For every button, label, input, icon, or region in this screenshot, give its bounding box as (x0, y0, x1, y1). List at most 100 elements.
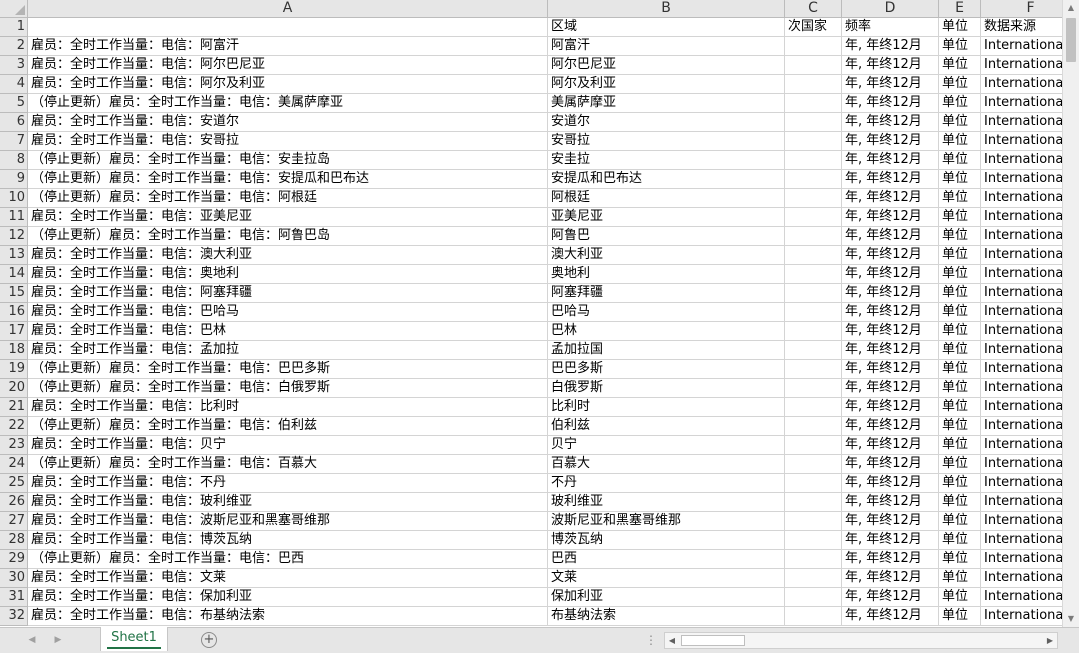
cell-a26[interactable]: 雇员：全时工作当量：电信：玻利维亚 (28, 493, 548, 512)
cell-c2[interactable] (785, 37, 842, 56)
cell-a30[interactable]: 雇员：全时工作当量：电信：文莱 (28, 569, 548, 588)
cell-e25[interactable]: 单位 (939, 474, 981, 493)
cell-f7[interactable]: International (981, 132, 1062, 151)
cell-e32[interactable]: 单位 (939, 607, 981, 626)
spreadsheet-grid[interactable]: ABCDEF 1 区域 次国家 频率 单位 数据来源 2 雇员：全时工作当量：电信：阿富汗 阿富… (0, 0, 1062, 627)
cell-a15[interactable]: 雇员：全时工作当量：电信：阿塞拜疆 (28, 284, 548, 303)
cell-a32[interactable]: 雇员：全时工作当量：电信：布基纳法索 (28, 607, 548, 626)
cell-a27[interactable]: 雇员：全时工作当量：电信：波斯尼亚和黑塞哥维那 (28, 512, 548, 531)
cell-b15[interactable]: 阿塞拜疆 (548, 284, 785, 303)
column-header-d[interactable]: D (842, 0, 939, 18)
cell-e8[interactable]: 单位 (939, 151, 981, 170)
cell-e16[interactable]: 单位 (939, 303, 981, 322)
cell-d25[interactable]: 年, 年终12月 (842, 474, 939, 493)
row-header-12[interactable]: 12 (0, 227, 28, 246)
cell-d11[interactable]: 年, 年终12月 (842, 208, 939, 227)
cell-b2[interactable]: 阿富汗 (548, 37, 785, 56)
cell-d14[interactable]: 年, 年终12月 (842, 265, 939, 284)
cell-d9[interactable]: 年, 年终12月 (842, 170, 939, 189)
row-header-4[interactable]: 4 (0, 75, 28, 94)
cell-f5[interactable]: International (981, 94, 1062, 113)
cell-d29[interactable]: 年, 年终12月 (842, 550, 939, 569)
row-header-20[interactable]: 20 (0, 379, 28, 398)
column-header-a[interactable]: A (28, 0, 548, 18)
cell-a18[interactable]: 雇员：全时工作当量：电信：孟加拉 (28, 341, 548, 360)
cell-f6[interactable]: International (981, 113, 1062, 132)
cell-e4[interactable]: 单位 (939, 75, 981, 94)
cell-a12[interactable]: （停止更新）雇员：全时工作当量：电信：阿鲁巴岛 (28, 227, 548, 246)
cell-a13[interactable]: 雇员：全时工作当量：电信：澳大利亚 (28, 246, 548, 265)
cell-b17[interactable]: 巴林 (548, 322, 785, 341)
row-header-14[interactable]: 14 (0, 265, 28, 284)
cell-e17[interactable]: 单位 (939, 322, 981, 341)
cell-e6[interactable]: 单位 (939, 113, 981, 132)
cell-d31[interactable]: 年, 年终12月 (842, 588, 939, 607)
column-header-f[interactable]: F (981, 0, 1062, 18)
cell-d5[interactable]: 年, 年终12月 (842, 94, 939, 113)
cell-a8[interactable]: （停止更新）雇员：全时工作当量：电信：安圭拉岛 (28, 151, 548, 170)
row-header-29[interactable]: 29 (0, 550, 28, 569)
cell-f27[interactable]: International (981, 512, 1062, 531)
cell-c27[interactable] (785, 512, 842, 531)
cell-c15[interactable] (785, 284, 842, 303)
row-header-17[interactable]: 17 (0, 322, 28, 341)
cell-b3[interactable]: 阿尔巴尼亚 (548, 56, 785, 75)
cell-e15[interactable]: 单位 (939, 284, 981, 303)
cell-d8[interactable]: 年, 年终12月 (842, 151, 939, 170)
cell-f3[interactable]: International (981, 56, 1062, 75)
cell-b1[interactable]: 区域 (548, 18, 785, 37)
cell-f20[interactable]: International (981, 379, 1062, 398)
row-header-18[interactable]: 18 (0, 341, 28, 360)
cell-a23[interactable]: 雇员：全时工作当量：电信：贝宁 (28, 436, 548, 455)
row-header-25[interactable]: 25 (0, 474, 28, 493)
cell-d4[interactable]: 年, 年终12月 (842, 75, 939, 94)
cell-c31[interactable] (785, 588, 842, 607)
cell-e9[interactable]: 单位 (939, 170, 981, 189)
row-header-16[interactable]: 16 (0, 303, 28, 322)
row-header-31[interactable]: 31 (0, 588, 28, 607)
cell-a24[interactable]: （停止更新）雇员：全时工作当量：电信：百慕大 (28, 455, 548, 474)
row-header-30[interactable]: 30 (0, 569, 28, 588)
cell-b23[interactable]: 贝宁 (548, 436, 785, 455)
cell-f23[interactable]: International (981, 436, 1062, 455)
horizontal-scroll-thumb[interactable] (681, 635, 745, 646)
cell-d1[interactable]: 频率 (842, 18, 939, 37)
vertical-scroll-thumb[interactable] (1066, 18, 1076, 62)
cell-e13[interactable]: 单位 (939, 246, 981, 265)
cell-d32[interactable]: 年, 年终12月 (842, 607, 939, 626)
cell-a19[interactable]: （停止更新）雇员：全时工作当量：电信：巴巴多斯 (28, 360, 548, 379)
cell-e23[interactable]: 单位 (939, 436, 981, 455)
cell-f9[interactable]: International (981, 170, 1062, 189)
row-header-7[interactable]: 7 (0, 132, 28, 151)
cell-d12[interactable]: 年, 年终12月 (842, 227, 939, 246)
row-header-11[interactable]: 11 (0, 208, 28, 227)
cell-b28[interactable]: 博茨瓦纳 (548, 531, 785, 550)
row-header-19[interactable]: 19 (0, 360, 28, 379)
cell-c7[interactable] (785, 132, 842, 151)
cell-b29[interactable]: 巴西 (548, 550, 785, 569)
cell-f19[interactable]: International (981, 360, 1062, 379)
cell-c17[interactable] (785, 322, 842, 341)
cell-a10[interactable]: （停止更新）雇员：全时工作当量：电信：阿根廷 (28, 189, 548, 208)
cell-a22[interactable]: （停止更新）雇员：全时工作当量：电信：伯利兹 (28, 417, 548, 436)
row-header-8[interactable]: 8 (0, 151, 28, 170)
column-header-b[interactable]: B (548, 0, 785, 18)
cell-e21[interactable]: 单位 (939, 398, 981, 417)
cell-f1[interactable]: 数据来源 (981, 18, 1062, 37)
row-header-9[interactable]: 9 (0, 170, 28, 189)
cell-d17[interactable]: 年, 年终12月 (842, 322, 939, 341)
cell-f17[interactable]: International (981, 322, 1062, 341)
cell-b19[interactable]: 巴巴多斯 (548, 360, 785, 379)
cell-b5[interactable]: 美属萨摩亚 (548, 94, 785, 113)
cell-b8[interactable]: 安圭拉 (548, 151, 785, 170)
cell-a11[interactable]: 雇员：全时工作当量：电信：亚美尼亚 (28, 208, 548, 227)
split-handle-icon[interactable]: ⋮ (645, 632, 657, 648)
cell-c25[interactable] (785, 474, 842, 493)
vertical-scrollbar[interactable]: ▲ ▼ (1062, 0, 1079, 627)
cell-b14[interactable]: 奥地利 (548, 265, 785, 284)
row-header-27[interactable]: 27 (0, 512, 28, 531)
cell-f11[interactable]: International (981, 208, 1062, 227)
row-header-3[interactable]: 3 (0, 56, 28, 75)
cell-f21[interactable]: International (981, 398, 1062, 417)
cell-a7[interactable]: 雇员：全时工作当量：电信：安哥拉 (28, 132, 548, 151)
